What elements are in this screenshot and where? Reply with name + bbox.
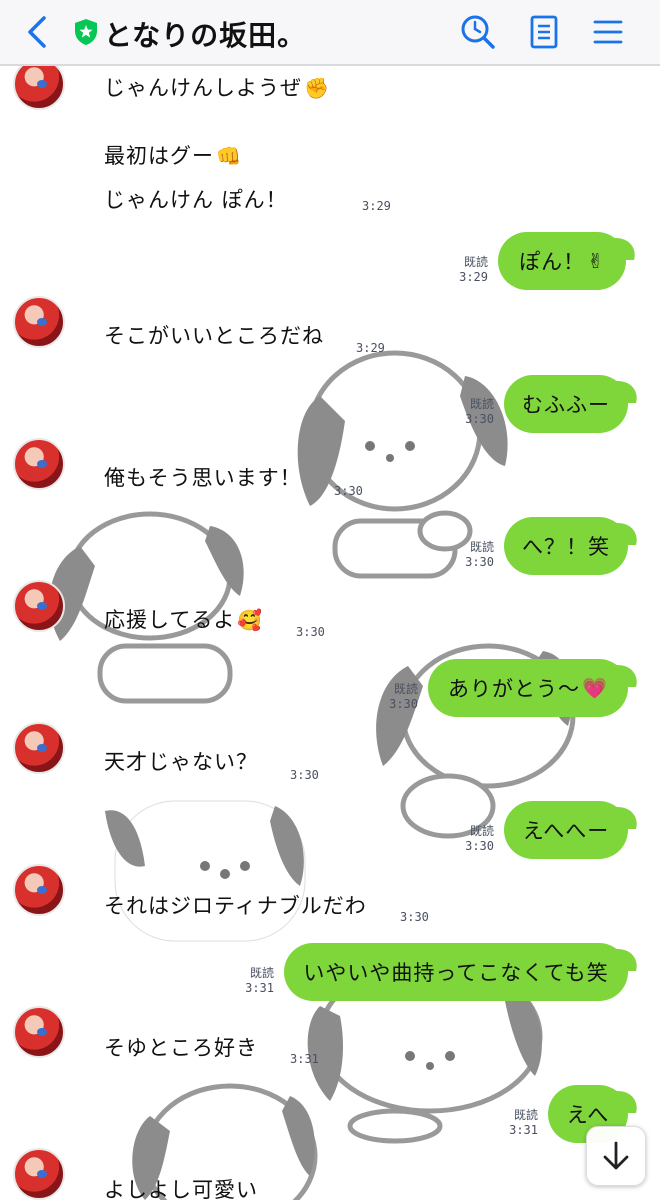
read-label: 既読: [513, 1108, 538, 1122]
message-text: じゃんけん ぽん！: [104, 188, 288, 212]
read-receipt: 既読 3:30: [458, 824, 494, 854]
punch-emoji-icon: 👊: [216, 144, 242, 168]
outgoing-message[interactable]: えへへー: [504, 801, 628, 859]
read-label: 既読: [463, 255, 488, 269]
incoming-message: 天才じゃない？: [104, 746, 258, 776]
incoming-message: 最初はグー 👊: [104, 140, 242, 170]
message-text: 最初はグー: [104, 144, 214, 168]
incoming-message: それはジロティナブルだわ: [104, 890, 367, 920]
timestamp: 3:30: [290, 768, 319, 782]
avatar[interactable]: [13, 438, 65, 490]
timestamp: 3:30: [334, 484, 363, 498]
incoming-message: そこがいいところだね: [104, 320, 324, 350]
incoming-message: そゆところ好き: [104, 1032, 258, 1062]
message-text: むふふー: [522, 393, 610, 417]
message-text: じゃんけんしようぜ: [104, 76, 302, 100]
avatar[interactable]: [13, 1148, 65, 1200]
timestamp: 3:29: [356, 341, 385, 355]
message-text: ぽん！: [519, 250, 586, 274]
timestamp: 3:30: [465, 555, 494, 569]
message-text: それはジロティナブルだわ: [104, 894, 367, 918]
read-label: 既読: [393, 682, 418, 696]
arrow-down-icon: [603, 1141, 629, 1170]
read-label: 既読: [249, 966, 274, 980]
smiling-face-hearts-emoji-icon: 🥰: [237, 608, 264, 632]
read-label: 既読: [469, 397, 494, 411]
read-label: 既読: [469, 540, 494, 554]
timestamp: 3:29: [362, 199, 391, 213]
timestamp: 3:30: [389, 697, 418, 711]
hamburger-menu-icon[interactable]: [588, 12, 628, 52]
sparkling-heart-emoji-icon: 💗: [582, 676, 608, 700]
read-receipt: 既読 3:31: [238, 966, 274, 996]
message-text: よしよし可愛い: [104, 1178, 258, 1200]
message-text: ありがとう〜: [448, 677, 581, 701]
outgoing-message[interactable]: へ？！笑: [504, 517, 628, 575]
message-text: えへへー: [522, 819, 610, 843]
incoming-message: よしよし可愛い: [104, 1174, 258, 1200]
avatar[interactable]: [13, 864, 65, 916]
read-receipt: 既読 3:31: [502, 1108, 538, 1138]
timestamp: 3:30: [465, 839, 494, 853]
fist-emoji-icon: ✊: [304, 76, 330, 100]
read-label: 既読: [469, 824, 494, 838]
incoming-message: 応援してるよ 🥰: [104, 604, 263, 634]
read-receipt: 既読 3:30: [458, 397, 494, 427]
incoming-message: じゃんけん ぽん！: [104, 184, 288, 214]
verified-shield-icon: [75, 19, 97, 45]
chat-header: となりの坂田。: [0, 0, 660, 66]
avatar[interactable]: [13, 296, 65, 348]
incoming-message: 俺もそう思います！: [104, 462, 302, 492]
timestamp: 3:30: [296, 625, 325, 639]
scroll-to-bottom-button[interactable]: [586, 1126, 646, 1186]
chat-title: となりの坂田。: [104, 19, 307, 52]
puppy-sticker-icon: [105, 800, 306, 942]
chevron-left-icon[interactable]: [22, 14, 52, 50]
outgoing-message[interactable]: いやいや曲持ってこなくても笑: [284, 943, 628, 1001]
read-receipt: 既読 3:29: [452, 255, 488, 285]
outgoing-message[interactable]: むふふー: [504, 375, 628, 433]
message-text: 天才じゃない？: [104, 750, 258, 774]
read-receipt: 既読 3:30: [382, 682, 418, 712]
avatar[interactable]: [13, 1006, 65, 1058]
read-receipt: 既読 3:30: [458, 540, 494, 570]
message-text: そこがいいところだね: [104, 324, 324, 348]
avatar[interactable]: [13, 580, 65, 632]
timestamp: 3:31: [245, 981, 274, 995]
message-text: いやいや曲持ってこなくても笑: [303, 961, 609, 985]
timestamp: 3:29: [459, 270, 488, 284]
message-text: そゆところ好き: [104, 1036, 258, 1060]
outgoing-message[interactable]: ぽん！ ✌: [498, 232, 626, 290]
message-text: えへ: [566, 1103, 610, 1127]
notes-icon[interactable]: [524, 12, 564, 52]
outgoing-message[interactable]: ありがとう〜 💗: [428, 659, 628, 717]
timestamp: 3:30: [400, 910, 429, 924]
timestamp: 3:31: [509, 1123, 538, 1137]
timestamp: 3:30: [465, 412, 494, 426]
timestamp: 3:31: [290, 1052, 319, 1066]
message-text: 俺もそう思います！: [104, 466, 302, 490]
search-icon[interactable]: [458, 12, 498, 52]
message-text: へ？！笑: [522, 535, 610, 559]
avatar[interactable]: [13, 722, 65, 774]
incoming-message: じゃんけんしようぜ ✊: [104, 72, 330, 102]
message-text: 応援してるよ: [104, 608, 236, 632]
victory-hand-emoji-icon: ✌: [587, 249, 605, 273]
